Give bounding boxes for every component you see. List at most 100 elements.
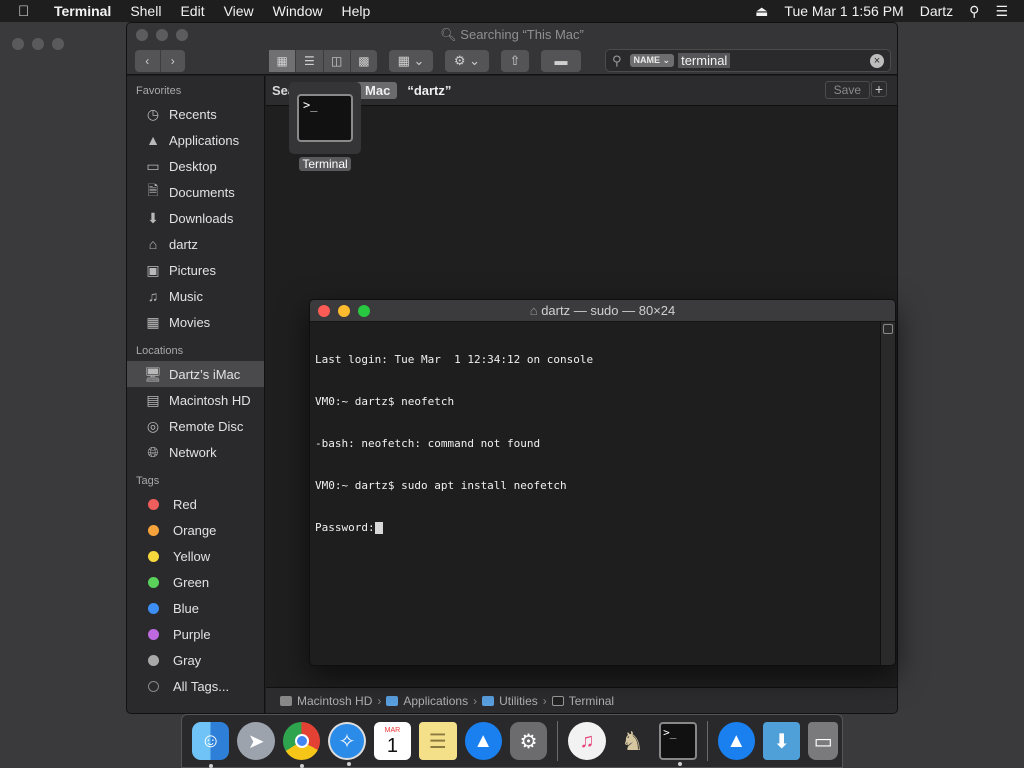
clear-search-icon[interactable]: × xyxy=(870,53,884,68)
hard-drive-icon: ▤ xyxy=(146,391,160,408)
menu-user[interactable]: Dartz xyxy=(920,3,953,19)
menu-help[interactable]: Help xyxy=(341,3,370,19)
sidebar-item-label: Recents xyxy=(169,106,217,122)
desktop-icon: ▭ xyxy=(146,157,160,174)
sidebar-item-macintosh-hd[interactable]: ▤ Macintosh HD xyxy=(127,387,264,413)
sidebar-item-label: Dartz’s iMac xyxy=(169,366,241,382)
zoom-icon[interactable] xyxy=(52,38,64,50)
sidebar-item-desktop[interactable]: ▭ Desktop xyxy=(127,153,264,179)
sidebar-tag-green[interactable]: Green xyxy=(127,569,264,595)
path-item-macintosh-hd[interactable]: Macintosh HD xyxy=(280,694,372,708)
dock-launchpad[interactable]: ➤ xyxy=(237,722,275,760)
menu-view[interactable]: View xyxy=(224,3,254,19)
close-icon[interactable] xyxy=(12,38,24,50)
dock-system-preferences[interactable]: ⚙ xyxy=(509,722,548,760)
zoom-icon[interactable] xyxy=(358,305,370,317)
close-icon[interactable] xyxy=(318,305,330,317)
terminal-app-icon: >_ xyxy=(297,94,353,142)
menu-clock[interactable]: Tue Mar 1 1:56 PM xyxy=(784,3,903,19)
sidebar-item-movies[interactable]: ▦ Movies xyxy=(127,309,264,335)
terminal-titlebar[interactable]: ⌂ dartz — sudo — 80×24 xyxy=(310,300,895,322)
search-token-name[interactable]: NAME ⌄ xyxy=(629,54,675,67)
minimize-icon[interactable] xyxy=(338,305,350,317)
dock-divider xyxy=(557,721,559,761)
add-criteria-button[interactable]: + xyxy=(871,81,887,97)
dock-chrome[interactable] xyxy=(282,722,321,768)
scope-user-folder-button[interactable]: “dartz” xyxy=(407,83,451,98)
sidebar-all-tags[interactable]: All Tags... xyxy=(127,673,264,699)
eject-icon[interactable]: ⏏ xyxy=(755,3,768,20)
film-icon: ▦ xyxy=(146,313,160,330)
save-search-button[interactable]: Save xyxy=(824,81,870,99)
dock-safari[interactable]: ✧ xyxy=(328,722,366,766)
search-folder-icon: 🔍︎ xyxy=(440,27,457,42)
back-button[interactable]: ‹ xyxy=(135,50,161,72)
dock-downloads-folder[interactable]: ⬇ xyxy=(763,722,801,760)
path-item-utilities[interactable]: Utilities xyxy=(482,694,538,708)
sidebar-item-applications[interactable]: ▲ Applications xyxy=(127,127,264,153)
menu-shell[interactable]: Shell xyxy=(130,3,161,19)
menu-window[interactable]: Window xyxy=(273,3,323,19)
menu-edit[interactable]: Edit xyxy=(180,3,204,19)
dock-applications-folder[interactable]: ▲ xyxy=(717,722,756,760)
path-item-applications[interactable]: Applications xyxy=(386,694,468,708)
hard-drive-icon xyxy=(280,695,292,706)
sidebar-item-remote-disc[interactable]: ◎ Remote Disc xyxy=(127,413,264,439)
share-button[interactable]: ⇧ xyxy=(501,50,529,72)
terminal-output[interactable]: Last login: Tue Mar 1 12:34:12 on consol… xyxy=(315,325,879,665)
dock-trash[interactable]: ▭ xyxy=(808,722,838,760)
column-view-button[interactable]: ◫ xyxy=(324,50,351,72)
dock-itunes[interactable]: ♫ xyxy=(568,722,606,760)
search-result-terminal[interactable]: >_ Terminal xyxy=(288,82,362,173)
group-by-button[interactable]: ▦ ⌄ xyxy=(389,50,433,72)
tag-dot-blue xyxy=(148,602,159,614)
running-indicator xyxy=(209,764,213,768)
sidebar-item-label: Orange xyxy=(173,522,217,538)
sidebar-tag-purple[interactable]: Purple xyxy=(127,621,264,647)
icon-view-button[interactable]: ▦ xyxy=(269,50,297,72)
folder-icon xyxy=(386,695,399,706)
search-field[interactable]: ⚲ NAME ⌄ terminal × xyxy=(605,49,891,72)
minimize-icon[interactable] xyxy=(32,38,44,50)
sidebar-item-documents[interactable]: 🗎︎ Documents xyxy=(127,179,264,205)
scroll-split-icon[interactable] xyxy=(883,324,893,334)
gear-icon: ⚙ xyxy=(519,730,538,753)
window-title-text: Searching “This Mac” xyxy=(460,27,584,42)
notification-center-icon[interactable]: ☰ xyxy=(995,3,1008,20)
tags-button[interactable]: ▬ xyxy=(541,50,581,72)
chrome-icon xyxy=(294,734,309,748)
dock-notes[interactable]: ☰ xyxy=(419,722,457,760)
dock-chess[interactable]: ♞ xyxy=(614,722,651,760)
path-separator: › xyxy=(473,693,478,708)
terminal-scrollbar[interactable] xyxy=(880,322,895,665)
sidebar-tag-gray[interactable]: Gray xyxy=(127,647,264,673)
path-item-terminal[interactable]: Terminal xyxy=(551,694,614,708)
spotlight-icon[interactable]: ⚲ xyxy=(969,3,979,20)
menu-app-terminal[interactable]: Terminal xyxy=(54,3,111,19)
sidebar-item-network[interactable]: 🌐︎ Network xyxy=(127,439,264,465)
sidebar-tag-red[interactable]: Red xyxy=(127,491,264,517)
sidebar-tag-orange[interactable]: Orange xyxy=(127,517,264,543)
list-view-button[interactable]: ☰ xyxy=(296,50,324,72)
action-gear-button[interactable]: ⚙ ⌄ xyxy=(445,50,489,72)
forward-button[interactable]: › xyxy=(161,50,186,72)
sidebar-item-music[interactable]: ♫ Music xyxy=(127,283,264,309)
search-term[interactable]: terminal xyxy=(678,53,731,68)
dock-finder[interactable]: ☺ xyxy=(192,722,230,768)
sidebar-tag-yellow[interactable]: Yellow xyxy=(127,543,264,569)
path-item-label: Applications xyxy=(403,693,469,708)
text-cursor xyxy=(374,522,383,534)
sidebar-item-recents[interactable]: ◷ Recents xyxy=(127,101,264,127)
dock-app-store[interactable]: ▲ xyxy=(464,722,502,760)
sidebar-item-home[interactable]: ⌂ dartz xyxy=(127,231,264,257)
globe-icon: 🌐︎ xyxy=(147,443,159,460)
sidebar-item-imac[interactable]: 🖥︎ Dartz’s iMac xyxy=(127,361,264,387)
dock-calendar[interactable]: MAR 1 xyxy=(373,722,412,760)
dock-terminal[interactable]: >_ xyxy=(659,722,697,766)
sidebar-item-downloads[interactable]: ⬇ Downloads xyxy=(127,205,264,231)
sidebar-tag-blue[interactable]: Blue xyxy=(127,595,264,621)
apple-menu-icon[interactable]:  xyxy=(18,3,38,20)
sidebar-section-locations: Locations xyxy=(136,345,184,357)
gallery-view-button[interactable]: ▩ xyxy=(351,50,377,72)
sidebar-item-pictures[interactable]: ▣ Pictures xyxy=(127,257,264,283)
